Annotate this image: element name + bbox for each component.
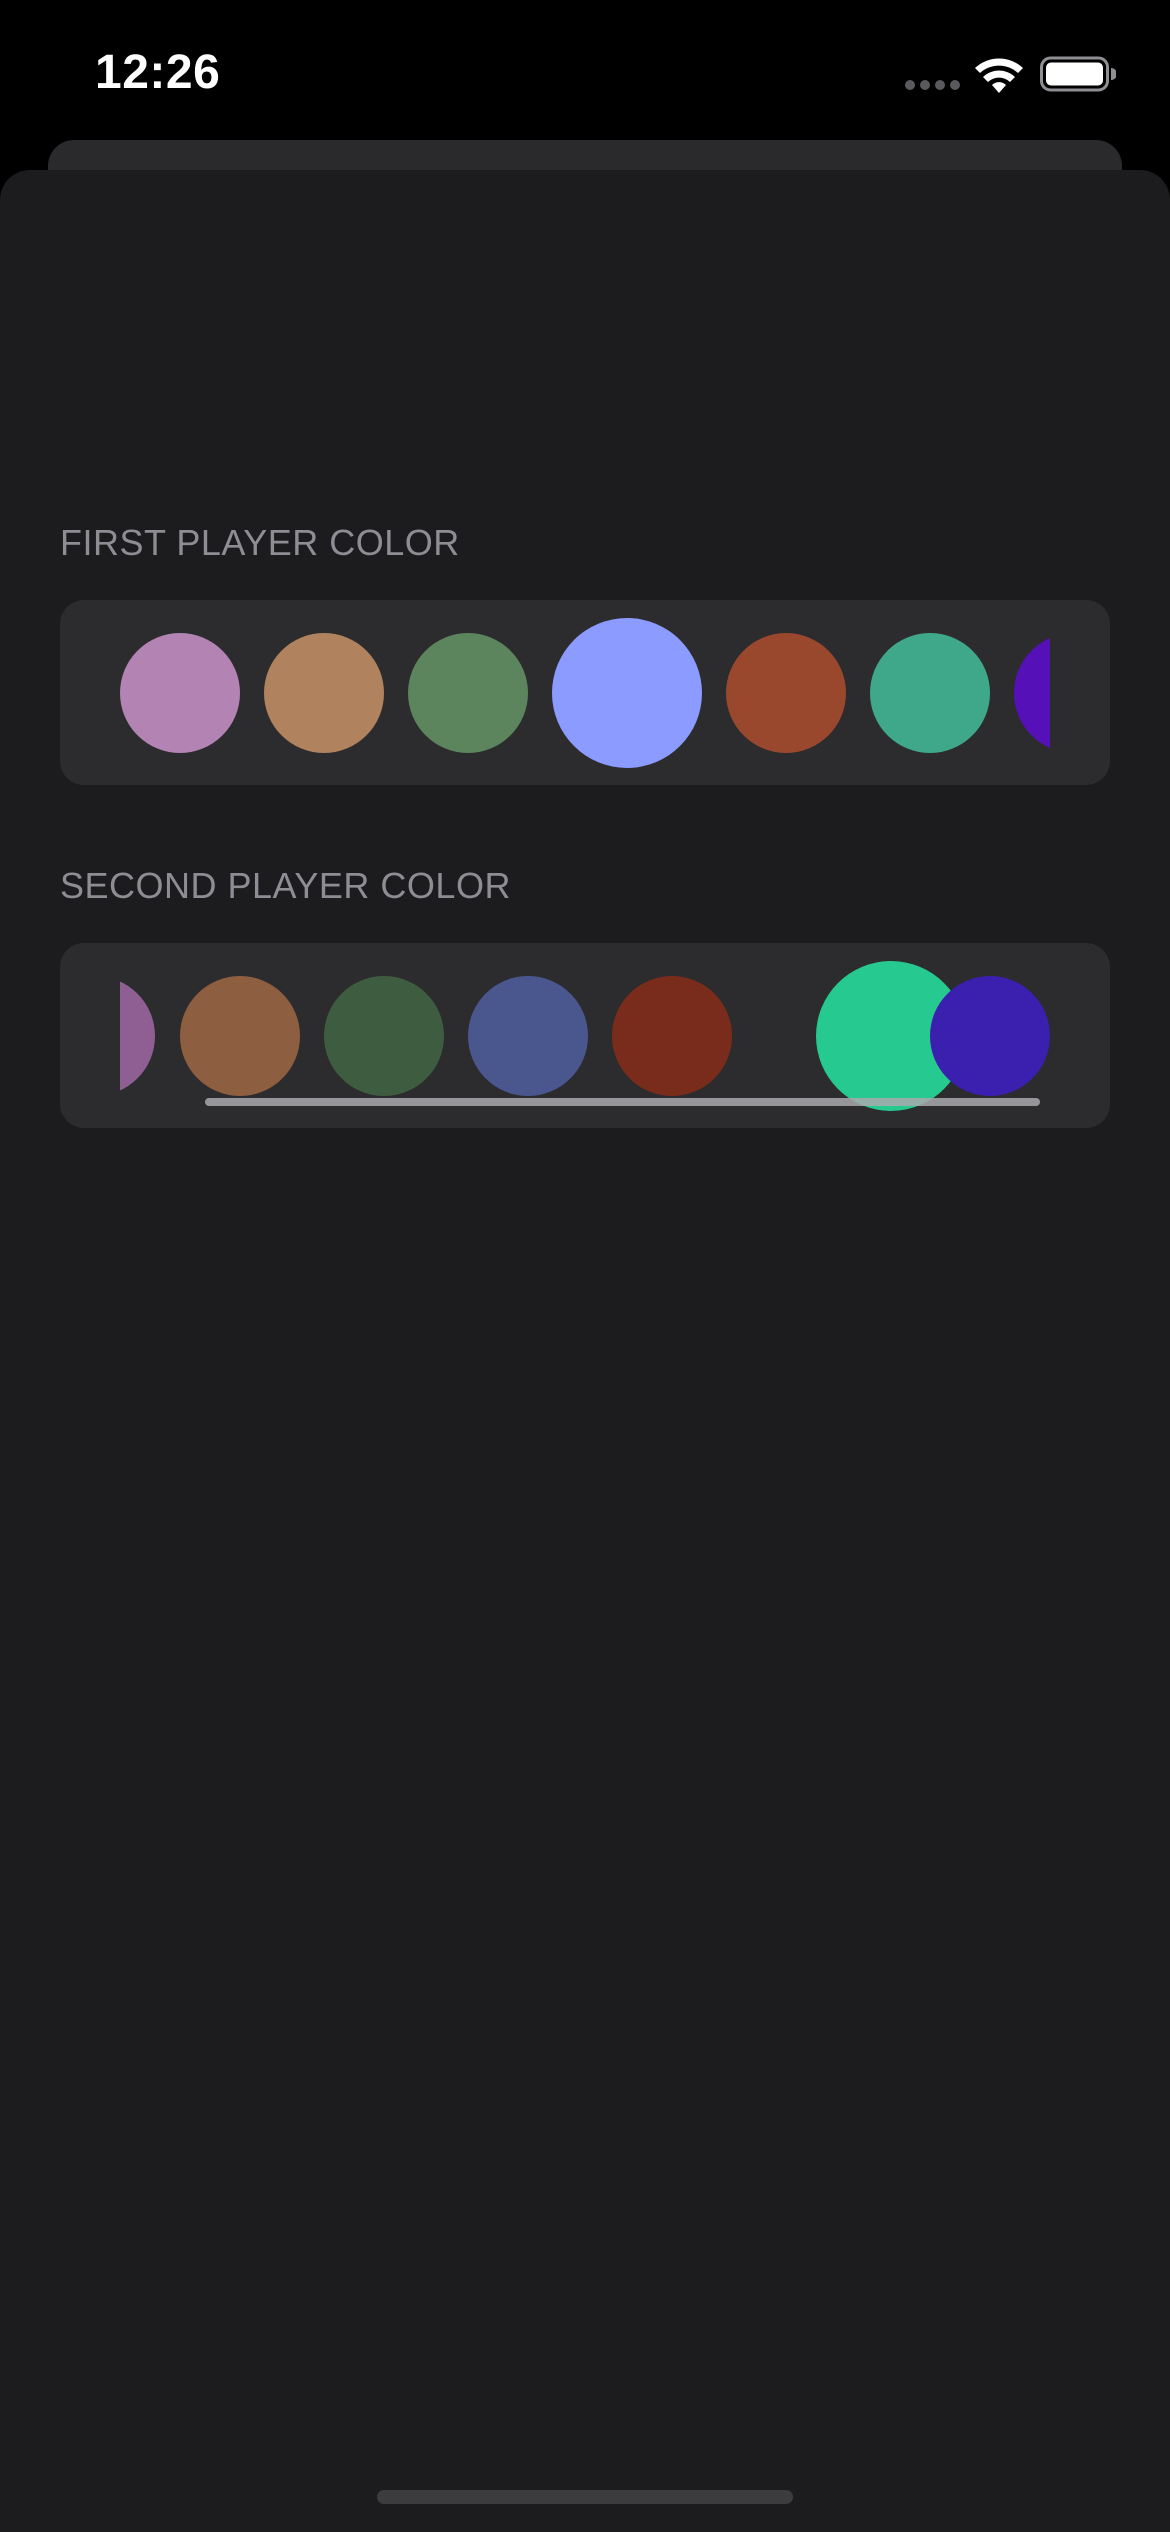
settings-sheet: FIRST PLAYER COLOR SECOND PLAYER COLOR (0, 170, 1170, 2532)
wifi-icon (975, 58, 1023, 93)
first-player-swatch-selected[interactable] (552, 618, 702, 768)
second-player-swatch[interactable] (180, 976, 300, 1096)
first-player-color-picker[interactable] (60, 600, 1110, 785)
status-bar: 12:26 (0, 0, 1170, 140)
status-time: 12:26 (95, 46, 221, 99)
home-indicator[interactable] (377, 2490, 793, 2504)
battery-icon (1040, 56, 1116, 92)
horizontal-scroll-indicator (205, 1098, 1040, 1106)
second-player-color-header: SECOND PLAYER COLOR (60, 865, 511, 906)
screen: 12:26 FIRST PLAYER COLOR SECOND PLAYER C… (0, 0, 1170, 2532)
first-player-swatch[interactable] (408, 633, 528, 753)
first-player-swatch[interactable] (264, 633, 384, 753)
second-player-swatch[interactable] (612, 976, 732, 1096)
first-player-swatch[interactable] (870, 633, 990, 753)
second-player-swatch[interactable] (468, 976, 588, 1096)
second-player-swatch[interactable] (930, 976, 1050, 1096)
first-player-swatch-scroller[interactable] (120, 600, 1050, 785)
second-player-swatch[interactable] (324, 976, 444, 1096)
cellular-dots-icon (905, 80, 961, 92)
second-player-swatch[interactable] (120, 976, 155, 1096)
first-player-color-header: FIRST PLAYER COLOR (60, 522, 460, 563)
first-player-swatch[interactable] (726, 633, 846, 753)
first-player-swatch[interactable] (1014, 633, 1050, 753)
first-player-swatch[interactable] (120, 633, 240, 753)
second-player-color-picker[interactable] (60, 943, 1110, 1128)
